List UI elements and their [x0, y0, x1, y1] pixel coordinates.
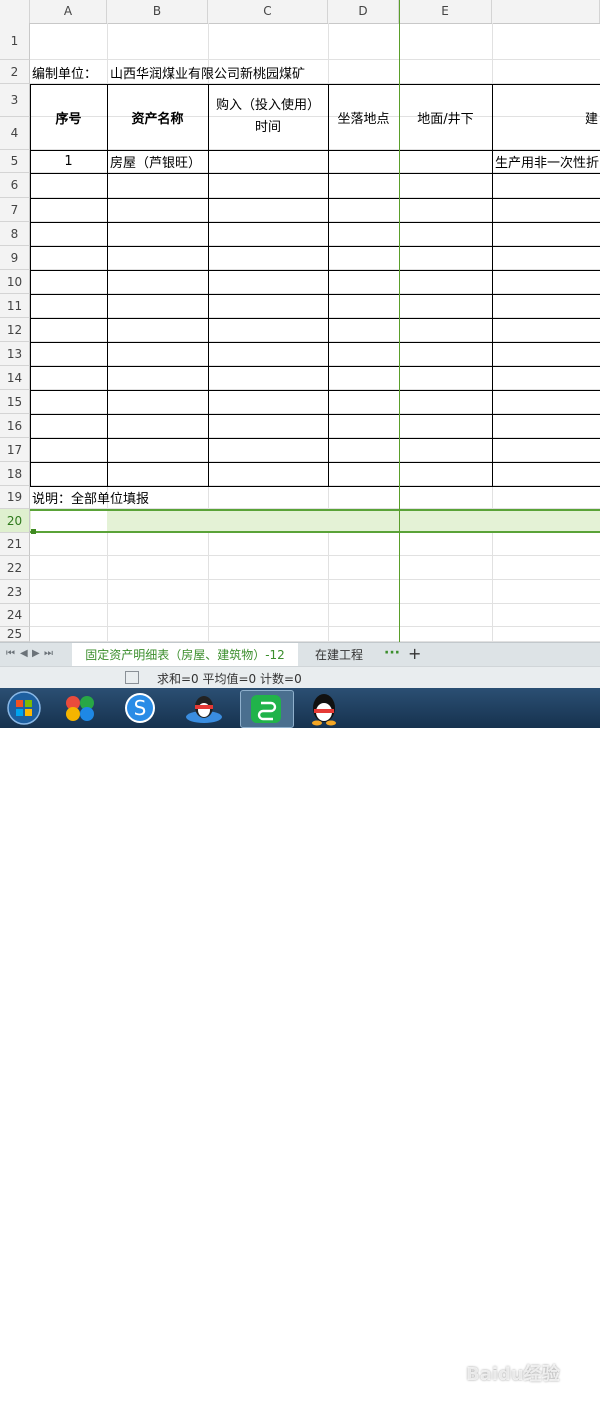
table-border-h	[30, 198, 600, 199]
row-header-3[interactable]: 3	[0, 84, 30, 117]
row-header-11[interactable]: 11	[0, 294, 30, 318]
table-border-h	[30, 294, 600, 295]
spreadsheet-grid[interactable]: A B C D E 1 2 3 4 5 6 7 8 9 10 11 12 13 14 15 16 17 18 19 2…	[0, 0, 600, 642]
gridline-h	[30, 626, 600, 627]
cell-b5-asset-name[interactable]: 房屋（芦银旺）	[110, 150, 208, 173]
select-all-corner[interactable]	[0, 0, 30, 23]
cell-a5-seq[interactable]: 1	[30, 150, 107, 173]
baidu-jingyan-watermark: Baidu经验	[466, 1364, 560, 1385]
last-sheet-icon[interactable]: ⏭	[44, 648, 53, 659]
table-border-h	[30, 173, 600, 174]
first-sheet-icon[interactable]: ⏮	[6, 648, 15, 659]
watermark-url: jingyan.baidu.com	[490, 1393, 592, 1406]
wps-spreadsheets-icon[interactable]	[240, 690, 294, 728]
status-summary: 求和=0 平均值=0 计数=0	[157, 672, 302, 686]
column-header-f[interactable]	[492, 0, 600, 23]
row-header-15[interactable]: 15	[0, 390, 30, 414]
freeze-pane-divider[interactable]	[399, 0, 400, 642]
cell-a2-unit-label[interactable]: 编制单位：	[32, 60, 108, 84]
column-header-bar: A B C D E	[0, 0, 600, 24]
row-header-10[interactable]: 10	[0, 270, 30, 294]
column-header-d[interactable]: D	[328, 0, 399, 23]
status-summary-icon[interactable]	[125, 671, 139, 684]
row-header-1[interactable]: 1	[0, 23, 30, 60]
row-header-7[interactable]: 7	[0, 198, 30, 222]
prev-sheet-icon[interactable]: ◀	[20, 648, 28, 659]
table-border-h	[30, 318, 600, 319]
gridline-h	[30, 579, 600, 580]
row-header-5[interactable]: 5	[0, 150, 30, 173]
sogou-browser-icon[interactable]: S	[118, 690, 166, 726]
table-border-h	[30, 438, 600, 439]
row-header-24[interactable]: 24	[0, 604, 30, 627]
column-header-b[interactable]: B	[107, 0, 208, 23]
header-purchase-time[interactable]: 购入（投入使用）时间	[212, 84, 324, 150]
qq-game-icon[interactable]	[182, 690, 230, 726]
column-header-c[interactable]: C	[208, 0, 328, 23]
qq-icon[interactable]	[302, 690, 350, 726]
row-header-9[interactable]: 9	[0, 246, 30, 270]
row-header-12[interactable]: 12	[0, 318, 30, 342]
table-border-h	[30, 390, 600, 391]
row-header-23[interactable]: 23	[0, 580, 30, 604]
selection-border-top	[30, 509, 600, 511]
table-border-h	[30, 270, 600, 271]
table-border-v	[208, 84, 209, 486]
table-border-h	[30, 462, 600, 463]
row-header-19[interactable]: 19	[0, 486, 30, 509]
header-asset-name[interactable]: 资产名称	[107, 84, 208, 150]
selection-border-bottom	[30, 531, 600, 533]
fill-handle[interactable]	[31, 529, 36, 534]
header-ground-underground[interactable]: 地面/井下	[399, 84, 492, 150]
row-header-2[interactable]: 2	[0, 60, 30, 84]
add-sheet-button[interactable]: +	[408, 644, 421, 663]
status-bar: 求和=0 平均值=0 计数=0	[0, 666, 600, 689]
pinwheel-app-icon[interactable]	[58, 690, 106, 726]
table-border-h	[30, 246, 600, 247]
table-border-h	[30, 342, 600, 343]
windows-taskbar: S Baidu经验 jingyan.baidu.com	[0, 688, 600, 1406]
header-location[interactable]: 坐落地点	[328, 84, 399, 150]
table-border-h	[30, 414, 600, 415]
more-sheets-icon[interactable]: ···	[384, 645, 400, 661]
gridline-h	[30, 555, 600, 556]
row-header-22[interactable]: 22	[0, 556, 30, 580]
cell-a19-note[interactable]: 说明：全部单位填报	[32, 486, 332, 509]
row-header-17[interactable]: 17	[0, 438, 30, 462]
header-seq[interactable]: 序号	[30, 84, 107, 150]
header-f-partial[interactable]: 建	[492, 84, 600, 150]
row-header-8[interactable]: 8	[0, 222, 30, 246]
svg-text:S: S	[134, 696, 147, 720]
row-header-18[interactable]: 18	[0, 462, 30, 486]
next-sheet-icon[interactable]: ▶	[32, 648, 40, 659]
sheet-tab-bar: ⏮ ◀ ▶ ⏭ 固定资产明细表（房屋、建筑物）-12 在建工程 ··· +	[0, 642, 600, 667]
row-header-20[interactable]: 20	[0, 509, 30, 533]
column-header-a[interactable]: A	[30, 0, 107, 23]
row-header-6[interactable]: 6	[0, 173, 30, 198]
gridline-h	[30, 603, 600, 604]
cell-b2-unit-value[interactable]: 山西华润煤业有限公司新桃园煤矿	[110, 60, 328, 84]
row-header-16[interactable]: 16	[0, 414, 30, 438]
table-border-h	[30, 366, 600, 367]
windows-start-icon[interactable]	[4, 690, 52, 726]
active-cell-a20[interactable]	[31, 511, 107, 531]
row-header-21[interactable]: 21	[0, 533, 30, 556]
row-header-4[interactable]: 4	[0, 117, 30, 150]
row-header-13[interactable]: 13	[0, 342, 30, 366]
column-header-e[interactable]: E	[399, 0, 492, 23]
selected-row-highlight	[30, 509, 600, 533]
row-header-14[interactable]: 14	[0, 366, 30, 390]
row-header-25[interactable]: 25	[0, 627, 30, 642]
sheet-tab-fixed-assets[interactable]: 固定资产明细表（房屋、建筑物）-12	[72, 643, 298, 667]
sheet-tab-construction[interactable]: 在建工程	[303, 643, 375, 667]
table-border-h	[30, 222, 600, 223]
cell-f5[interactable]: 生产用非一次性折	[495, 150, 600, 173]
